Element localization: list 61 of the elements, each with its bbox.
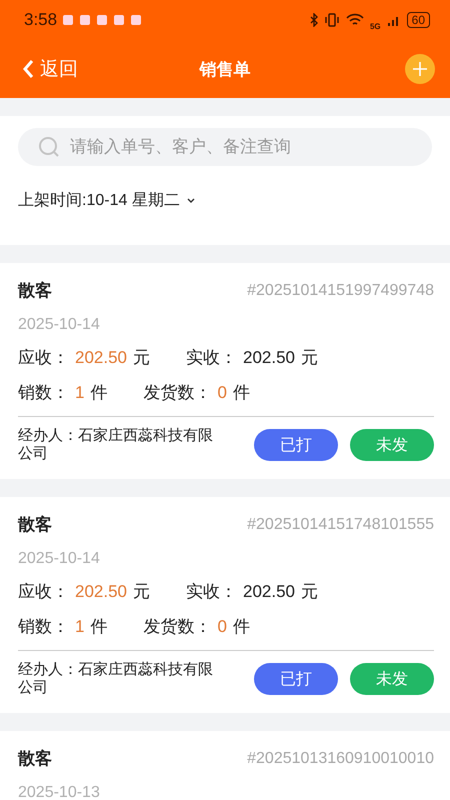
status-time: 3:58 bbox=[24, 10, 58, 30]
back-chevron-icon[interactable] bbox=[22, 59, 34, 79]
order-date: 2025-10-13 bbox=[18, 784, 101, 800]
status-button[interactable]: 已打 bbox=[254, 663, 338, 695]
status-button[interactable]: 已打 bbox=[254, 429, 338, 461]
customer-name: 散客 bbox=[18, 514, 52, 536]
page-title: 销售单 bbox=[200, 60, 250, 78]
battery-level: 60 bbox=[406, 12, 430, 28]
status-button[interactable]: 未发 bbox=[350, 429, 434, 461]
notification-icon bbox=[80, 15, 90, 25]
unit-label: 元 bbox=[301, 347, 318, 369]
field-label: 实收： bbox=[186, 581, 237, 603]
notification-icon bbox=[63, 15, 74, 25]
field-label: 发货数： bbox=[143, 382, 212, 404]
field-value: 202.50 bbox=[75, 348, 127, 368]
field-label: 销数： bbox=[18, 382, 69, 404]
field-value: 0 bbox=[217, 383, 227, 403]
field-label: 发货数： bbox=[143, 616, 212, 638]
vibrate-icon bbox=[324, 13, 340, 27]
field-value: 1 bbox=[75, 383, 84, 403]
order-number: #20251014151997499748 bbox=[247, 282, 434, 300]
field-label: 销数： bbox=[18, 616, 69, 638]
notification-icon bbox=[131, 15, 142, 25]
customer-name: 散客 bbox=[18, 280, 52, 302]
network-label: 5G bbox=[370, 22, 381, 30]
order-number: #20251013160910010010 bbox=[247, 750, 434, 768]
field-label: 应收： bbox=[18, 347, 69, 369]
customer-name: 散客 bbox=[18, 748, 52, 770]
field-value: 1 bbox=[75, 617, 84, 637]
unit-label: 元 bbox=[133, 581, 150, 603]
unit-label: 元 bbox=[133, 347, 150, 369]
search-field[interactable]: 请输入单号、客户、备注查询 bbox=[18, 128, 432, 166]
wifi-icon bbox=[346, 13, 364, 27]
field-value: 0 bbox=[217, 617, 227, 637]
order-card[interactable]: 散客 #20251013160910010010 2025-10-13 bbox=[0, 731, 450, 800]
field-label: 应收： bbox=[18, 581, 69, 603]
back-button[interactable]: 返回 bbox=[22, 56, 78, 82]
handler-text: 经办人：石家庄西蕊科技有限公司 bbox=[18, 661, 214, 697]
handler-text: 经办人：石家庄西蕊科技有限公司 bbox=[18, 427, 214, 463]
search-icon bbox=[38, 136, 60, 158]
field-label: 实收： bbox=[186, 347, 237, 369]
unit-label: 件 bbox=[90, 382, 108, 404]
order-card[interactable]: 散客 #20251014151748101555 2025-10-14 应收： 202.50 元 实收： 202.50 元 销数： 1 件 发货数： 0 件 经办人：石家庄西蕊科技有限公司 已打 未发 bbox=[0, 497, 450, 713]
unit-label: 元 bbox=[301, 581, 318, 603]
date-filter[interactable]: 上架时间:10-14 星期二 bbox=[18, 190, 180, 211]
notification-icon bbox=[114, 15, 124, 25]
field-value: 202.50 bbox=[243, 582, 295, 602]
order-date: 2025-10-14 bbox=[18, 316, 101, 334]
bluetooth-icon bbox=[310, 13, 318, 27]
status-button[interactable]: 未发 bbox=[350, 663, 434, 695]
notification-icon bbox=[97, 15, 108, 25]
unit-label: 件 bbox=[232, 382, 250, 404]
add-icon[interactable] bbox=[404, 53, 436, 85]
order-number: #20251014151748101555 bbox=[247, 516, 434, 534]
caret-icon[interactable] bbox=[186, 196, 196, 204]
unit-label: 件 bbox=[232, 616, 250, 638]
order-date: 2025-10-14 bbox=[18, 550, 101, 568]
field-value: 202.50 bbox=[75, 582, 127, 602]
order-card[interactable]: 散客 #20251014151997499748 2025-10-14 应收： 202.50 元 实收： 202.50 元 销数： 1 件 发货数： 0 件 经办人：石家庄西蕊科技有限公司 已打 未发 bbox=[0, 263, 450, 479]
field-value: 202.50 bbox=[243, 348, 295, 368]
unit-label: 件 bbox=[90, 616, 108, 638]
